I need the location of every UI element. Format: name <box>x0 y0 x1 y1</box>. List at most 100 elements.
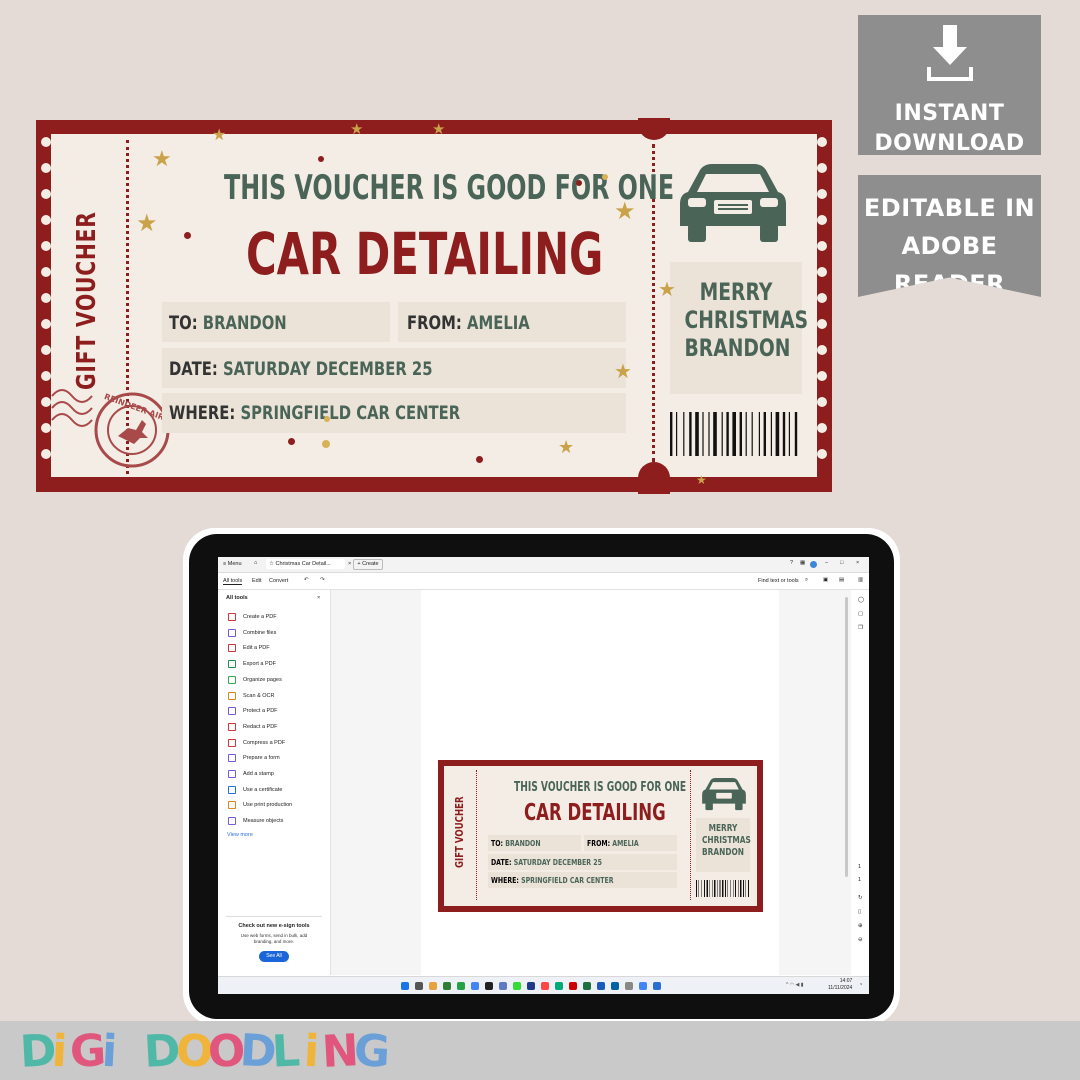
page-number-current[interactable]: 1 <box>858 864 861 870</box>
comment-icon[interactable]: ◯ <box>858 597 864 603</box>
close-icon[interactable]: × <box>856 560 859 566</box>
download-icon <box>927 25 973 81</box>
redo-icon[interactable]: ↷ <box>320 577 325 583</box>
apps-icon[interactable]: ▦ <box>800 560 805 566</box>
tool-icon <box>228 722 236 731</box>
taskbar-app-icon[interactable] <box>597 982 605 990</box>
taskbar-app-icon[interactable] <box>625 982 633 990</box>
tab-edit[interactable]: Edit <box>252 578 261 584</box>
tool-label: Create a PDF <box>243 614 277 620</box>
tool-item[interactable]: Add a stamp <box>228 768 274 780</box>
notification-icon[interactable]: ◔ <box>859 982 862 988</box>
undo-icon[interactable]: ↶ <box>304 577 309 583</box>
zoom-out-icon[interactable]: ⊖ <box>858 937 863 943</box>
mini-to-label: TO: <box>491 839 504 848</box>
tool-icon <box>228 770 236 778</box>
tool-item[interactable]: Use a certificate <box>228 784 282 796</box>
tool-label: Edit a PDF <box>243 645 270 652</box>
star-icon: ★ <box>658 279 676 301</box>
tab-all-tools[interactable]: All tools <box>223 578 243 585</box>
tool-item[interactable]: Protect a PDF <box>228 705 278 717</box>
taskbar-app-icon[interactable] <box>513 982 521 990</box>
taskbar-app-icon[interactable] <box>541 982 549 990</box>
message-line3: BRANDON <box>684 334 791 362</box>
tool-item[interactable]: Create a PDF <box>228 611 277 623</box>
from-field[interactable]: FROM: AMELIA <box>398 302 626 342</box>
home-icon[interactable]: ⌂ <box>254 560 257 566</box>
taskbar-app-icon[interactable] <box>457 982 465 990</box>
save-icon[interactable]: ▣ <box>823 577 828 583</box>
mini-from-value: AMELIA <box>612 839 639 848</box>
logo-letter: G <box>352 1025 392 1078</box>
document-tab[interactable]: ☆ Christmas Car Detail... <box>266 559 345 569</box>
page-number-total: 1 <box>858 877 862 883</box>
logo-letter: L <box>270 1025 302 1078</box>
menu-button[interactable]: ≡ Menu <box>223 561 242 567</box>
taskbar-app-icon[interactable] <box>639 982 647 990</box>
create-button[interactable]: + Create <box>353 559 383 570</box>
tool-item[interactable]: Compress a PDF <box>228 737 285 749</box>
taskbar-app-icon[interactable] <box>471 982 479 990</box>
refresh-icon[interactable]: ↻ <box>858 895 863 901</box>
tool-item[interactable]: Organize pages <box>228 674 282 686</box>
mini-message-line2: CHRISTMAS <box>701 835 751 846</box>
taskbar-app-icon[interactable] <box>499 982 507 990</box>
to-field[interactable]: TO: BRANDON <box>162 302 390 342</box>
taskbar-app-icon[interactable] <box>429 982 437 990</box>
bookmark-icon[interactable]: ▢ <box>858 611 863 617</box>
star-icon: ★ <box>152 146 172 171</box>
pages-icon[interactable]: ❐ <box>858 625 863 631</box>
tool-label: Organize pages <box>243 676 282 683</box>
where-field[interactable]: WHERE: SPRINGFIELD CAR CENTER <box>162 393 626 433</box>
mini-to-value: BRANDON <box>505 839 541 848</box>
where-label: WHERE: <box>169 402 236 424</box>
taskbar-app-icon[interactable] <box>555 982 563 990</box>
tool-item[interactable]: Edit a PDF <box>228 642 270 654</box>
taskbar-app-icon[interactable] <box>415 982 423 990</box>
help-icon[interactable]: ? <box>790 560 793 566</box>
share-icon[interactable]: ▥ <box>858 577 863 583</box>
avatar[interactable] <box>810 561 817 568</box>
tool-item[interactable]: Combine files <box>228 627 276 639</box>
taskbar-app-icon[interactable] <box>583 982 591 990</box>
tool-icon <box>228 801 236 810</box>
search-icon[interactable]: ⌕ <box>805 577 808 584</box>
taskbar-app-icon[interactable] <box>443 982 451 990</box>
minimize-icon[interactable]: – <box>825 560 828 566</box>
taskbar-app-icon[interactable] <box>485 982 493 990</box>
star-icon: ★ <box>614 361 632 383</box>
badge-download-line1: INSTANT <box>894 101 1005 126</box>
find-input[interactable]: Find text or tools <box>758 578 799 584</box>
tool-item[interactable]: Prepare a form <box>228 752 280 764</box>
mini-date-label: DATE: <box>491 858 512 867</box>
taskbar-app-icon[interactable] <box>401 982 409 990</box>
clock[interactable]: 14:07 11/11/2024 <box>828 978 852 992</box>
tool-label: Measure objects <box>243 818 284 825</box>
tool-item[interactable]: Export a PDF <box>228 658 276 670</box>
taskbar-app-icon[interactable] <box>611 982 619 990</box>
zoom-in-icon[interactable]: ⊕ <box>858 923 863 929</box>
tool-item[interactable]: Redact a PDF <box>228 721 278 733</box>
tab-convert[interactable]: Convert <box>269 578 288 584</box>
print-icon[interactable]: ▤ <box>839 577 844 583</box>
maximize-icon[interactable]: □ <box>840 560 843 566</box>
tool-item[interactable]: Measure objects <box>228 815 283 827</box>
tool-item[interactable]: Use print production <box>228 799 292 811</box>
taskbar-app-icon[interactable] <box>569 982 577 990</box>
view-more-link[interactable]: View more <box>227 832 253 838</box>
taskbar-app-icon[interactable] <box>653 982 661 990</box>
clock-time: 14:07 <box>839 978 853 984</box>
close-tab-icon[interactable]: × <box>348 561 351 567</box>
scrollbar[interactable] <box>845 597 848 877</box>
taskbar-app-icon[interactable] <box>527 982 535 990</box>
message-line1: MERRY <box>699 278 773 306</box>
tool-label: Export a PDF <box>243 661 277 668</box>
see-all-button[interactable]: See All <box>259 951 289 962</box>
fit-page-icon[interactable]: ▯ <box>858 909 861 915</box>
date-label: DATE: <box>169 358 218 380</box>
panel-close-icon[interactable]: × <box>317 595 320 601</box>
tool-label: Add a stamp <box>243 771 274 777</box>
tool-item[interactable]: Scan & OCR <box>228 690 274 702</box>
date-field[interactable]: DATE: SATURDAY DECEMBER 25 <box>162 348 626 388</box>
tool-label: Protect a PDF <box>243 708 278 715</box>
